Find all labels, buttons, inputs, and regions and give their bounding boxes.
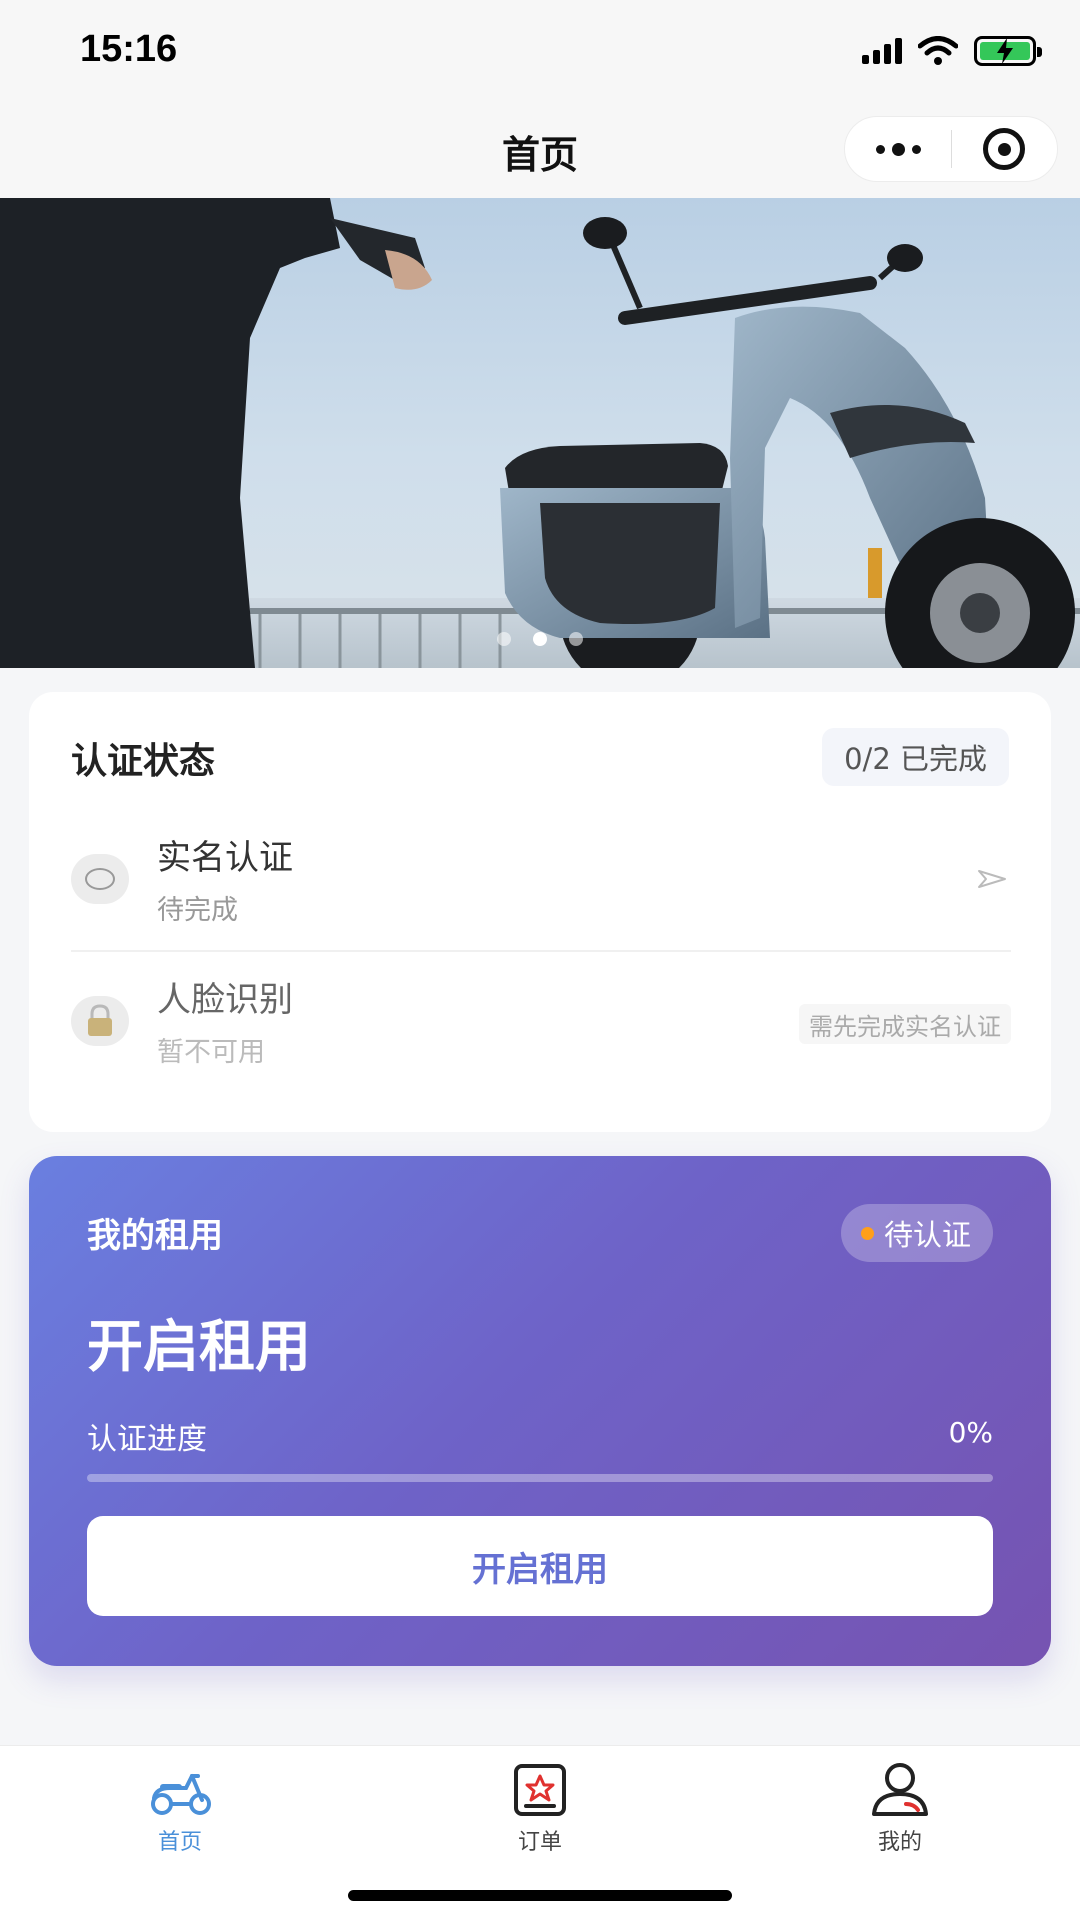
wifi-icon: [918, 36, 958, 65]
user-icon: [872, 1763, 928, 1816]
rental-title: 我的租用: [87, 1216, 223, 1256]
cert-item-hint: 需先完成实名认证: [799, 1004, 1011, 1044]
start-rental-button[interactable]: 开启租用: [87, 1516, 993, 1616]
tab-label: 订单: [517, 1830, 562, 1855]
pending-circle-icon: [71, 854, 129, 904]
status-bar: 15:16: [0, 0, 1080, 100]
cert-item-status: 暂不可用: [157, 1037, 265, 1068]
lock-icon: [71, 996, 129, 1046]
status-dot-icon: [860, 1226, 874, 1240]
tab-label: 我的: [877, 1830, 922, 1855]
cert-item-face: 人脸识别 暂不可用 需先完成实名认证: [71, 950, 1011, 1090]
nav-bar: 首页: [0, 100, 1080, 198]
cert-item-real-name[interactable]: 实名认证 待完成: [71, 810, 1011, 950]
progress-value: 0%: [948, 1416, 993, 1449]
tab-label: 首页: [157, 1830, 202, 1855]
carousel-dot[interactable]: [569, 632, 583, 646]
progress-label: 认证进度: [87, 1422, 207, 1457]
cert-progress-badge: 0/2 已完成: [822, 728, 1009, 786]
scooter-icon: [151, 1774, 211, 1815]
carousel-dot[interactable]: [497, 632, 511, 646]
cert-status-card: 认证状态 0/2 已完成 实名认证 待完成 人脸识别 暂不可用 需先完成实名认证: [29, 692, 1051, 1132]
battery-icon: [974, 36, 1042, 66]
status-time: 15:16: [80, 28, 178, 70]
rental-status-text: 待认证: [883, 1218, 971, 1252]
rental-card: 我的租用 待认证 开启租用 认证进度 0% 开启租用: [29, 1156, 1051, 1666]
rental-status-badge: 待认证: [840, 1204, 993, 1262]
more-icon[interactable]: [845, 116, 951, 182]
cert-item-label: 人脸识别: [157, 980, 293, 1020]
status-icons: [862, 36, 1042, 66]
home-indicator: [348, 1890, 732, 1901]
mini-program-capsule: [844, 116, 1058, 182]
cert-title: 认证状态: [71, 741, 216, 782]
banner-image: [0, 198, 1080, 668]
rental-headline: 开启租用: [87, 1315, 311, 1380]
carousel-dots: [0, 632, 1080, 646]
banner-carousel[interactable]: [0, 198, 1080, 668]
cert-item-label: 实名认证: [157, 838, 293, 878]
signal-icon: [862, 38, 902, 64]
close-icon[interactable]: [952, 116, 1057, 182]
tab-mine[interactable]: 我的: [800, 1760, 1000, 1856]
cert-item-status: 待完成: [157, 895, 238, 926]
order-icon: [514, 1764, 566, 1816]
tab-orders[interactable]: 订单: [440, 1760, 640, 1856]
tab-home[interactable]: 首页: [80, 1760, 280, 1856]
progress-bar: [87, 1474, 993, 1482]
send-arrow-icon: [978, 870, 1006, 888]
carousel-dot-active[interactable]: [533, 632, 547, 646]
